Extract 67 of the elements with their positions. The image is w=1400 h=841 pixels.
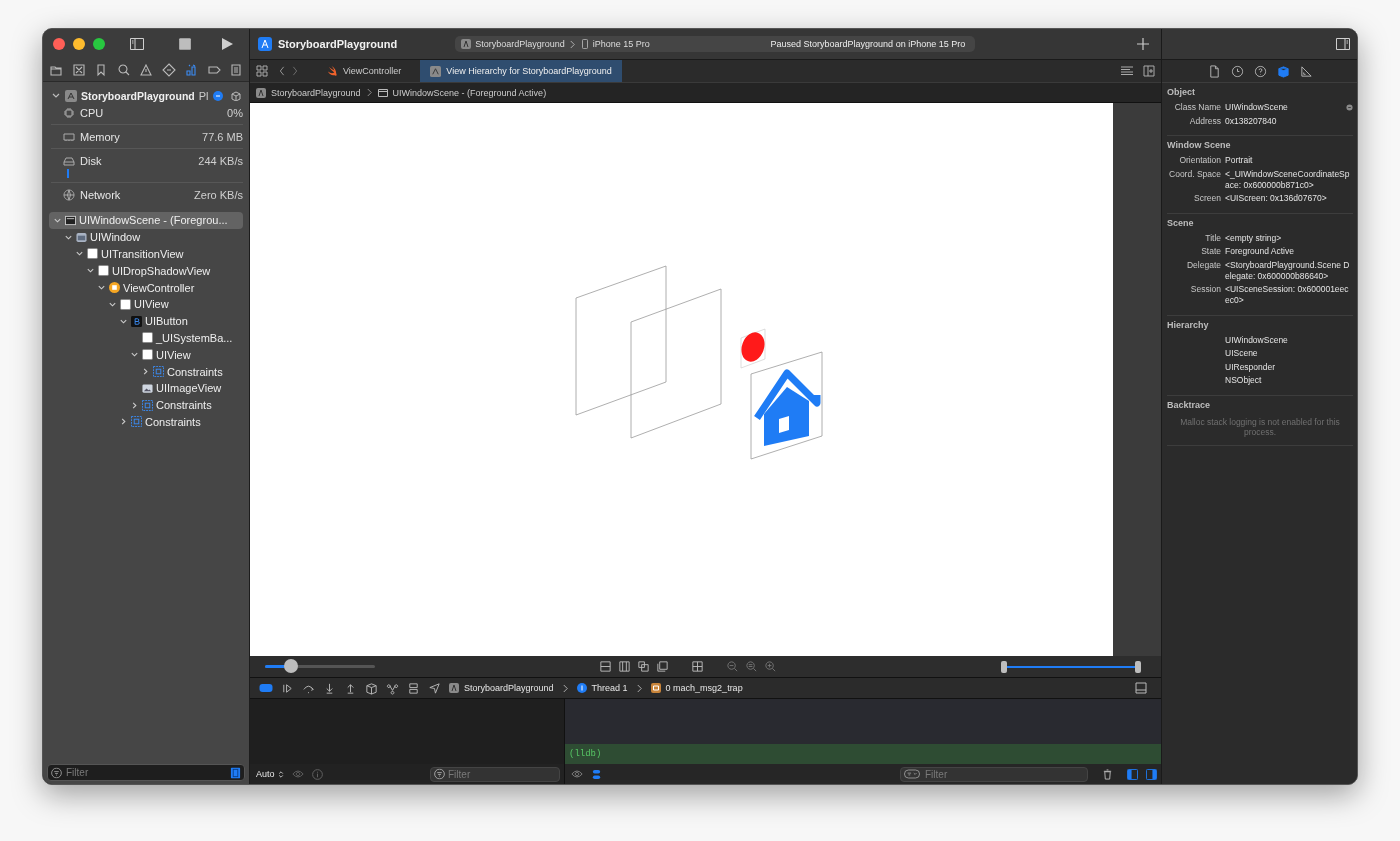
property-label: Address <box>1188 115 1221 127</box>
window-title: StoryboardPlayground <box>278 38 398 50</box>
filter-field[interactable]: Filter <box>47 764 245 781</box>
property-value: Portrait <box>1225 155 1254 166</box>
property-value: <StoryboardPlayground.Scene Delegate: 0x600000b86640> <box>1225 260 1351 282</box>
property-label: State <box>1200 246 1221 257</box>
debug-breadcrumb[interactable]: StoryboardPlayground <box>464 683 554 693</box>
tree-item[interactable]: UIDropShadowView <box>49 262 243 280</box>
process-name-suffix: Pl <box>198 90 209 102</box>
property-value: UIScene <box>1225 348 1259 359</box>
metric-label: Disk <box>80 155 102 167</box>
tree-item[interactable]: UIImageView <box>49 379 243 397</box>
property-value: UIWindowScene <box>1225 102 1289 113</box>
tree-item[interactable]: UIWindow <box>49 228 243 246</box>
property-value: <empty string> <box>1225 232 1283 244</box>
metric-value: 0% <box>227 107 243 119</box>
property-value: <UISceneSession: 0x600001eecec0> <box>1225 284 1350 306</box>
property-value: <UIScreen: 0x136d07670> <box>1225 193 1328 204</box>
tree-item[interactable]: ViewController <box>49 279 243 296</box>
property-label: Screen <box>1193 193 1221 204</box>
debug-breadcrumb[interactable]: 0 mach_msg2_trap <box>665 683 743 693</box>
device-selector[interactable]: iPhone 15 Pro <box>579 39 650 49</box>
process-name: StoryboardPlayground <box>81 90 195 102</box>
property-label: Class Name <box>1173 102 1221 113</box>
tree-item[interactable]: UITransitionView <box>49 245 243 263</box>
property-value: UIResponder <box>1225 361 1277 373</box>
metric-value: 244 KB/s <box>198 155 243 167</box>
tree-item[interactable]: Constraints <box>49 413 243 431</box>
metric-value: Zero KB/s <box>194 189 243 201</box>
property-label: Coord. Space <box>1168 168 1221 180</box>
section-title: Scene <box>1167 217 1195 228</box>
backtrace-note: Malloc stack logging is not enabled for this process. <box>1179 416 1341 439</box>
property-value: NSObject <box>1225 375 1263 386</box>
debug-breadcrumb[interactable]: Thread 1 <box>591 683 628 693</box>
property-value: 0x138207840 <box>1225 115 1278 127</box>
tree-item[interactable]: UIButton <box>49 312 243 330</box>
editor-tab[interactable]: View Hierarchy for StoryboardPlayground <box>420 60 622 82</box>
property-value: UIWindowScene <box>1225 334 1289 346</box>
section-title: Hierarchy <box>1167 319 1210 330</box>
tree-item[interactable]: Constraints <box>49 396 243 414</box>
tree-item[interactable]: Constraints <box>49 363 243 380</box>
metric-label: Network <box>80 189 121 201</box>
section-title: Object <box>1167 87 1196 97</box>
console-prompt[interactable]: (lldb) <box>565 744 1161 764</box>
property-label: Orientation <box>1178 155 1221 166</box>
status-text: Paused StoryboardPlayground on iPhone 15 Pro <box>770 39 967 49</box>
jump-bar-item[interactable]: StoryboardPlayground <box>271 87 361 98</box>
tree-item[interactable]: _UISystemBa... <box>49 329 243 347</box>
property-label: Delegate <box>1185 260 1221 271</box>
metric-label: CPU <box>80 107 104 119</box>
filter-field[interactable]: Filter <box>900 766 1088 782</box>
tree-item[interactable]: UIView <box>49 346 243 364</box>
property-value: Foreground Active <box>1225 246 1295 257</box>
property-value: <_UIWindowSceneCoordinateSpace: 0x600000b871c0> <box>1225 168 1351 191</box>
section-title: Backtrace <box>1167 400 1212 410</box>
scheme-selector[interactable]: StoryboardPlayground <box>455 39 580 49</box>
property-label: Title <box>1204 232 1221 244</box>
filter-field[interactable]: Filter <box>430 766 560 782</box>
tree-item[interactable]: UIWindowScene - (Foregrou... <box>49 212 243 229</box>
tree-item[interactable]: UIView <box>49 296 243 313</box>
metric-label: Memory <box>80 131 120 143</box>
property-label: Session <box>1189 284 1221 295</box>
section-title: Window Scene <box>1167 140 1232 151</box>
metric-value: 77.6 MB <box>202 131 243 143</box>
scope-selector[interactable]: Auto <box>256 769 284 779</box>
editor-tab[interactable]: ViewController <box>317 60 418 82</box>
jump-bar-item[interactable]: UIWindowScene - (Foreground Active) <box>392 87 547 98</box>
